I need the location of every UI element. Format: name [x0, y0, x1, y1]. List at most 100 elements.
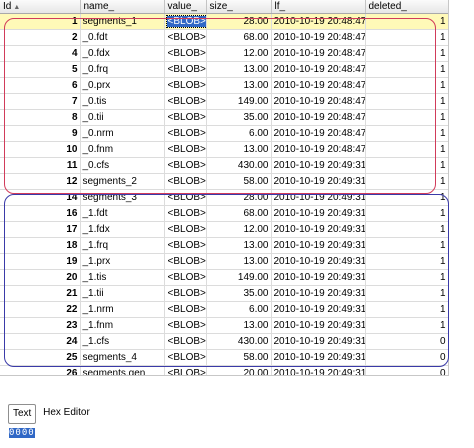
- table-row[interactable]: 26 segments.gen <BLOB> 20.00 2010-10-19 20:4…: [0, 365, 448, 375]
- cell-value[interactable]: <BLOB>: [164, 173, 207, 190]
- cell-name[interactable]: _0.prx: [80, 77, 165, 94]
- cell-name[interactable]: segments_1: [80, 13, 165, 30]
- cell-lf[interactable]: 2010-10-19 20:48:47: [271, 77, 366, 94]
- row-id[interactable]: 4: [0, 45, 81, 62]
- cell-value[interactable]: <BLOB>: [164, 77, 207, 94]
- cell-value[interactable]: <BLOB>: [164, 349, 207, 366]
- cell-deleted[interactable]: 1: [365, 189, 448, 206]
- cell-lf[interactable]: 2010-10-19 20:49:31: [271, 349, 366, 366]
- cell-name[interactable]: segments_2: [80, 173, 165, 190]
- cell-lf[interactable]: 2010-10-19 20:49:31: [271, 189, 366, 206]
- column-header-deleted[interactable]: deleted_: [365, 0, 448, 14]
- table-row[interactable]: 1 segments_1 <BLOB> 28.00 2010-10-19 20:48:4…: [0, 13, 448, 30]
- cell-size[interactable]: 28.00: [206, 13, 272, 30]
- cell-name[interactable]: _1.fnm: [80, 317, 165, 334]
- cell-size[interactable]: 12.00: [206, 45, 272, 62]
- row-id[interactable]: 16: [0, 205, 81, 222]
- table-row[interactable]: 6 _0.prx <BLOB> 13.00 2010-10-19 20:48:47 1: [0, 77, 448, 94]
- cell-name[interactable]: _0.tis: [80, 93, 165, 110]
- cell-deleted[interactable]: 1: [365, 93, 448, 110]
- row-id[interactable]: 7: [0, 93, 81, 110]
- cell-deleted[interactable]: 1: [365, 29, 448, 46]
- cell-lf[interactable]: 2010-10-19 20:48:47: [271, 13, 366, 30]
- cell-name[interactable]: _0.frq: [80, 61, 165, 78]
- cell-lf[interactable]: 2010-10-19 20:48:47: [271, 93, 366, 110]
- table-row[interactable]: 22 _1.nrm <BLOB> 6.00 2010-10-19 20:49:31 1: [0, 301, 448, 318]
- row-id[interactable]: 23: [0, 317, 81, 334]
- table-row[interactable]: 12 segments_2 <BLOB> 58.00 2010-10-19 20:49:…: [0, 173, 448, 190]
- cell-lf[interactable]: 2010-10-19 20:49:31: [271, 333, 366, 350]
- cell-name[interactable]: segments_3: [80, 189, 165, 206]
- cell-value[interactable]: <BLOB>: [164, 205, 207, 222]
- cell-deleted[interactable]: 1: [365, 45, 448, 62]
- table-row[interactable]: 2 _0.fdt <BLOB> 68.00 2010-10-19 20:48:47 1: [0, 29, 448, 46]
- cell-value[interactable]: <BLOB>: [164, 365, 207, 375]
- row-id[interactable]: 26: [0, 365, 81, 375]
- cell-name[interactable]: _1.nrm: [80, 301, 165, 318]
- table-row[interactable]: 23 _1.fnm <BLOB> 13.00 2010-10-19 20:49:31 1: [0, 317, 448, 334]
- tab-text[interactable]: Text: [8, 404, 37, 424]
- column-header-value[interactable]: value_: [164, 0, 207, 14]
- cell-size[interactable]: 58.00: [206, 173, 272, 190]
- cell-name[interactable]: _0.fnm: [80, 141, 165, 158]
- table-row[interactable]: 9 _0.nrm <BLOB> 6.00 2010-10-19 20:48:47 1: [0, 125, 448, 142]
- cell-value[interactable]: <BLOB>: [164, 221, 207, 238]
- cell-lf[interactable]: 2010-10-19 20:48:47: [271, 141, 366, 158]
- cell-deleted[interactable]: 1: [365, 141, 448, 158]
- cell-size[interactable]: 430.00: [206, 157, 272, 174]
- table-row[interactable]: 4 _0.fdx <BLOB> 12.00 2010-10-19 20:48:47 1: [0, 45, 448, 62]
- row-id[interactable]: 20: [0, 269, 81, 286]
- cell-size[interactable]: 13.00: [206, 317, 272, 334]
- cell-lf[interactable]: 2010-10-19 20:49:31: [271, 285, 366, 302]
- cell-deleted[interactable]: 1: [365, 205, 448, 222]
- cell-name[interactable]: _1.fdt: [80, 205, 165, 222]
- table-row[interactable]: 5 _0.frq <BLOB> 13.00 2010-10-19 20:48:47 1: [0, 61, 448, 78]
- cell-deleted[interactable]: 1: [365, 269, 448, 286]
- cell-lf[interactable]: 2010-10-19 20:49:31: [271, 253, 366, 270]
- cell-lf[interactable]: 2010-10-19 20:49:31: [271, 237, 366, 254]
- table-row[interactable]: 19 _1.prx <BLOB> 13.00 2010-10-19 20:49:31 1: [0, 253, 448, 270]
- cell-lf[interactable]: 2010-10-19 20:49:31: [271, 269, 366, 286]
- cell-size[interactable]: 13.00: [206, 253, 272, 270]
- cell-size[interactable]: 13.00: [206, 77, 272, 94]
- cell-lf[interactable]: 2010-10-19 20:49:31: [271, 365, 366, 375]
- column-header-name[interactable]: name_: [80, 0, 165, 14]
- cell-lf[interactable]: 2010-10-19 20:48:47: [271, 125, 366, 142]
- row-id[interactable]: 1: [0, 13, 81, 30]
- row-id[interactable]: 22: [0, 301, 81, 318]
- cell-lf[interactable]: 2010-10-19 20:48:47: [271, 45, 366, 62]
- cell-value[interactable]: <BLOB>: [164, 285, 207, 302]
- cell-size[interactable]: 35.00: [206, 109, 272, 126]
- cell-lf[interactable]: 2010-10-19 20:49:31: [271, 221, 366, 238]
- data-grid[interactable]: Id ▲ name_ value_ size_ lf_ deleted_ 1 segments…: [0, 0, 449, 376]
- cell-lf[interactable]: 2010-10-19 20:49:31: [271, 301, 366, 318]
- row-id[interactable]: 8: [0, 109, 81, 126]
- cell-value[interactable]: <BLOB>: [164, 125, 207, 142]
- cell-value[interactable]: <BLOB>: [164, 61, 207, 78]
- cell-value[interactable]: <BLOB>: [164, 109, 207, 126]
- table-row[interactable]: 21 _1.tii <BLOB> 35.00 2010-10-19 20:49:31 1: [0, 285, 448, 302]
- cell-deleted[interactable]: 1: [365, 317, 448, 334]
- cell-deleted[interactable]: 1: [365, 253, 448, 270]
- cell-lf[interactable]: 2010-10-19 20:49:31: [271, 173, 366, 190]
- row-id[interactable]: 19: [0, 253, 81, 270]
- cell-lf[interactable]: 2010-10-19 20:48:47: [271, 109, 366, 126]
- cell-deleted[interactable]: 1: [365, 237, 448, 254]
- cell-size[interactable]: 149.00: [206, 269, 272, 286]
- cell-deleted[interactable]: 1: [365, 125, 448, 142]
- table-row[interactable]: 7 _0.tis <BLOB> 149.00 2010-10-19 20:48:47 1: [0, 93, 448, 110]
- table-row[interactable]: 11 _0.cfs <BLOB> 430.00 2010-10-19 20:49:31 1: [0, 157, 448, 174]
- cell-deleted[interactable]: 0: [365, 349, 448, 366]
- cell-size[interactable]: 13.00: [206, 141, 272, 158]
- row-id[interactable]: 24: [0, 333, 81, 350]
- cell-size[interactable]: 6.00: [206, 301, 272, 318]
- row-id[interactable]: 11: [0, 157, 81, 174]
- cell-size[interactable]: 68.00: [206, 205, 272, 222]
- cell-name[interactable]: _1.tis: [80, 269, 165, 286]
- cell-name[interactable]: _1.fdx: [80, 221, 165, 238]
- row-id[interactable]: 18: [0, 237, 81, 254]
- cell-deleted[interactable]: 1: [365, 109, 448, 126]
- table-row[interactable]: 18 _1.frq <BLOB> 13.00 2010-10-19 20:49:31 1: [0, 237, 448, 254]
- tab-hex-editor[interactable]: Hex Editor: [39, 404, 94, 422]
- cell-name[interactable]: segments.gen: [80, 365, 165, 375]
